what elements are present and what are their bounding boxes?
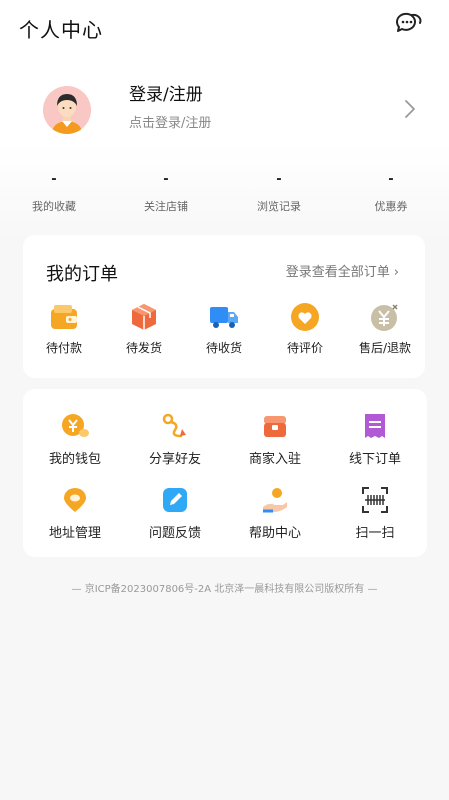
tool-label: 帮助中心	[248, 526, 301, 541]
tool-wallet[interactable]: 我的钱包	[27, 411, 123, 467]
order-label: 待评价	[286, 341, 323, 355]
stat-coupons[interactable]: - 优惠券	[341, 170, 441, 222]
order-pending-shipment[interactable]: 待发货	[104, 301, 184, 356]
refund-icon	[371, 304, 398, 331]
tool-label: 扫一扫	[355, 526, 395, 541]
merchant-icon	[264, 416, 286, 437]
page-title: 个人中心	[19, 18, 103, 42]
order-label: 待付款	[45, 341, 82, 355]
tool-label: 线下订单	[348, 452, 401, 467]
order-label: 售后/退款	[358, 341, 412, 355]
location-icon	[64, 488, 86, 512]
tool-help-center[interactable]: 帮助中心	[227, 485, 323, 541]
tool-label: 商家入驻	[248, 452, 301, 467]
wallet-coin-icon	[62, 414, 89, 437]
stat-label: 优惠券	[374, 200, 408, 213]
login-subtitle: 点击登录/注册	[129, 116, 212, 131]
stat-favorites[interactable]: - 我的收藏	[4, 170, 104, 222]
tool-label: 问题反馈	[148, 526, 201, 541]
feedback-edit-icon	[163, 488, 187, 512]
tool-scan[interactable]: 扫一扫	[327, 485, 423, 541]
stat-value: -	[51, 172, 57, 187]
order-label: 待发货	[125, 341, 162, 355]
tool-feedback[interactable]: 问题反馈	[127, 485, 223, 541]
stat-label: 我的收藏	[32, 200, 76, 213]
help-hand-icon	[263, 488, 287, 513]
scan-icon	[362, 487, 388, 513]
chevron-right-icon[interactable]	[403, 98, 417, 120]
tool-merchant-join[interactable]: 商家入驻	[227, 411, 323, 467]
stat-label: 关注店铺	[144, 200, 188, 213]
order-after-sales[interactable]: 售后/退款	[345, 301, 425, 356]
stats-row: - 我的收藏 - 关注店铺 - 浏览记录 - 优惠券	[0, 170, 449, 222]
tool-offline-orders[interactable]: 线下订单	[327, 411, 423, 467]
chevron-right-icon: ›	[393, 265, 399, 280]
view-all-orders-label: 登录查看全部订单	[285, 265, 390, 280]
receipt-icon	[365, 414, 385, 438]
tool-share-friends[interactable]: 分享好友	[127, 411, 223, 467]
order-pending-payment[interactable]: 待付款	[24, 301, 104, 356]
header: 个人中心	[0, 0, 449, 56]
stat-value: -	[276, 172, 282, 187]
orders-card: 我的订单 登录查看全部订单 › 待付款 待发货 待收货 待评价 售后/退款	[23, 235, 425, 378]
order-label: 待收货	[205, 341, 242, 355]
tool-label: 地址管理	[48, 526, 101, 541]
login-title[interactable]: 登录/注册	[129, 80, 203, 105]
heart-icon	[291, 303, 319, 331]
order-pending-review[interactable]: 待评价	[265, 301, 345, 356]
stat-value: -	[388, 172, 394, 187]
stat-history[interactable]: - 浏览记录	[229, 170, 329, 222]
stat-label: 浏览记录	[257, 200, 301, 213]
profile-login-row[interactable]: 登录/注册 点击登录/注册	[0, 72, 449, 152]
user-avatar-icon	[43, 86, 91, 134]
order-pending-receipt[interactable]: 待收货	[184, 301, 264, 356]
chat-bubble-icon[interactable]	[393, 9, 423, 39]
tools-card: 我的钱包 分享好友 商家入驻 线下订单 地址管理 问题反馈 帮助中心 扫一扫	[23, 389, 427, 557]
footer-copyright: — 京ICP备2023007806号-2A 北京泽一晨科技有限公司版权所有 —	[71, 584, 378, 595]
orders-title: 我的订单	[46, 264, 118, 285]
tool-address-management[interactable]: 地址管理	[27, 485, 123, 541]
stat-followed-shops[interactable]: - 关注店铺	[116, 170, 216, 222]
wallet-icon	[51, 305, 77, 329]
tool-label: 分享好友	[148, 452, 201, 467]
tool-label: 我的钱包	[48, 452, 101, 467]
stat-value: -	[163, 172, 169, 187]
truck-icon	[210, 307, 238, 328]
share-route-icon	[162, 413, 186, 438]
view-all-orders-link[interactable]: 登录查看全部订单 ›	[286, 261, 399, 280]
package-icon	[132, 304, 156, 330]
